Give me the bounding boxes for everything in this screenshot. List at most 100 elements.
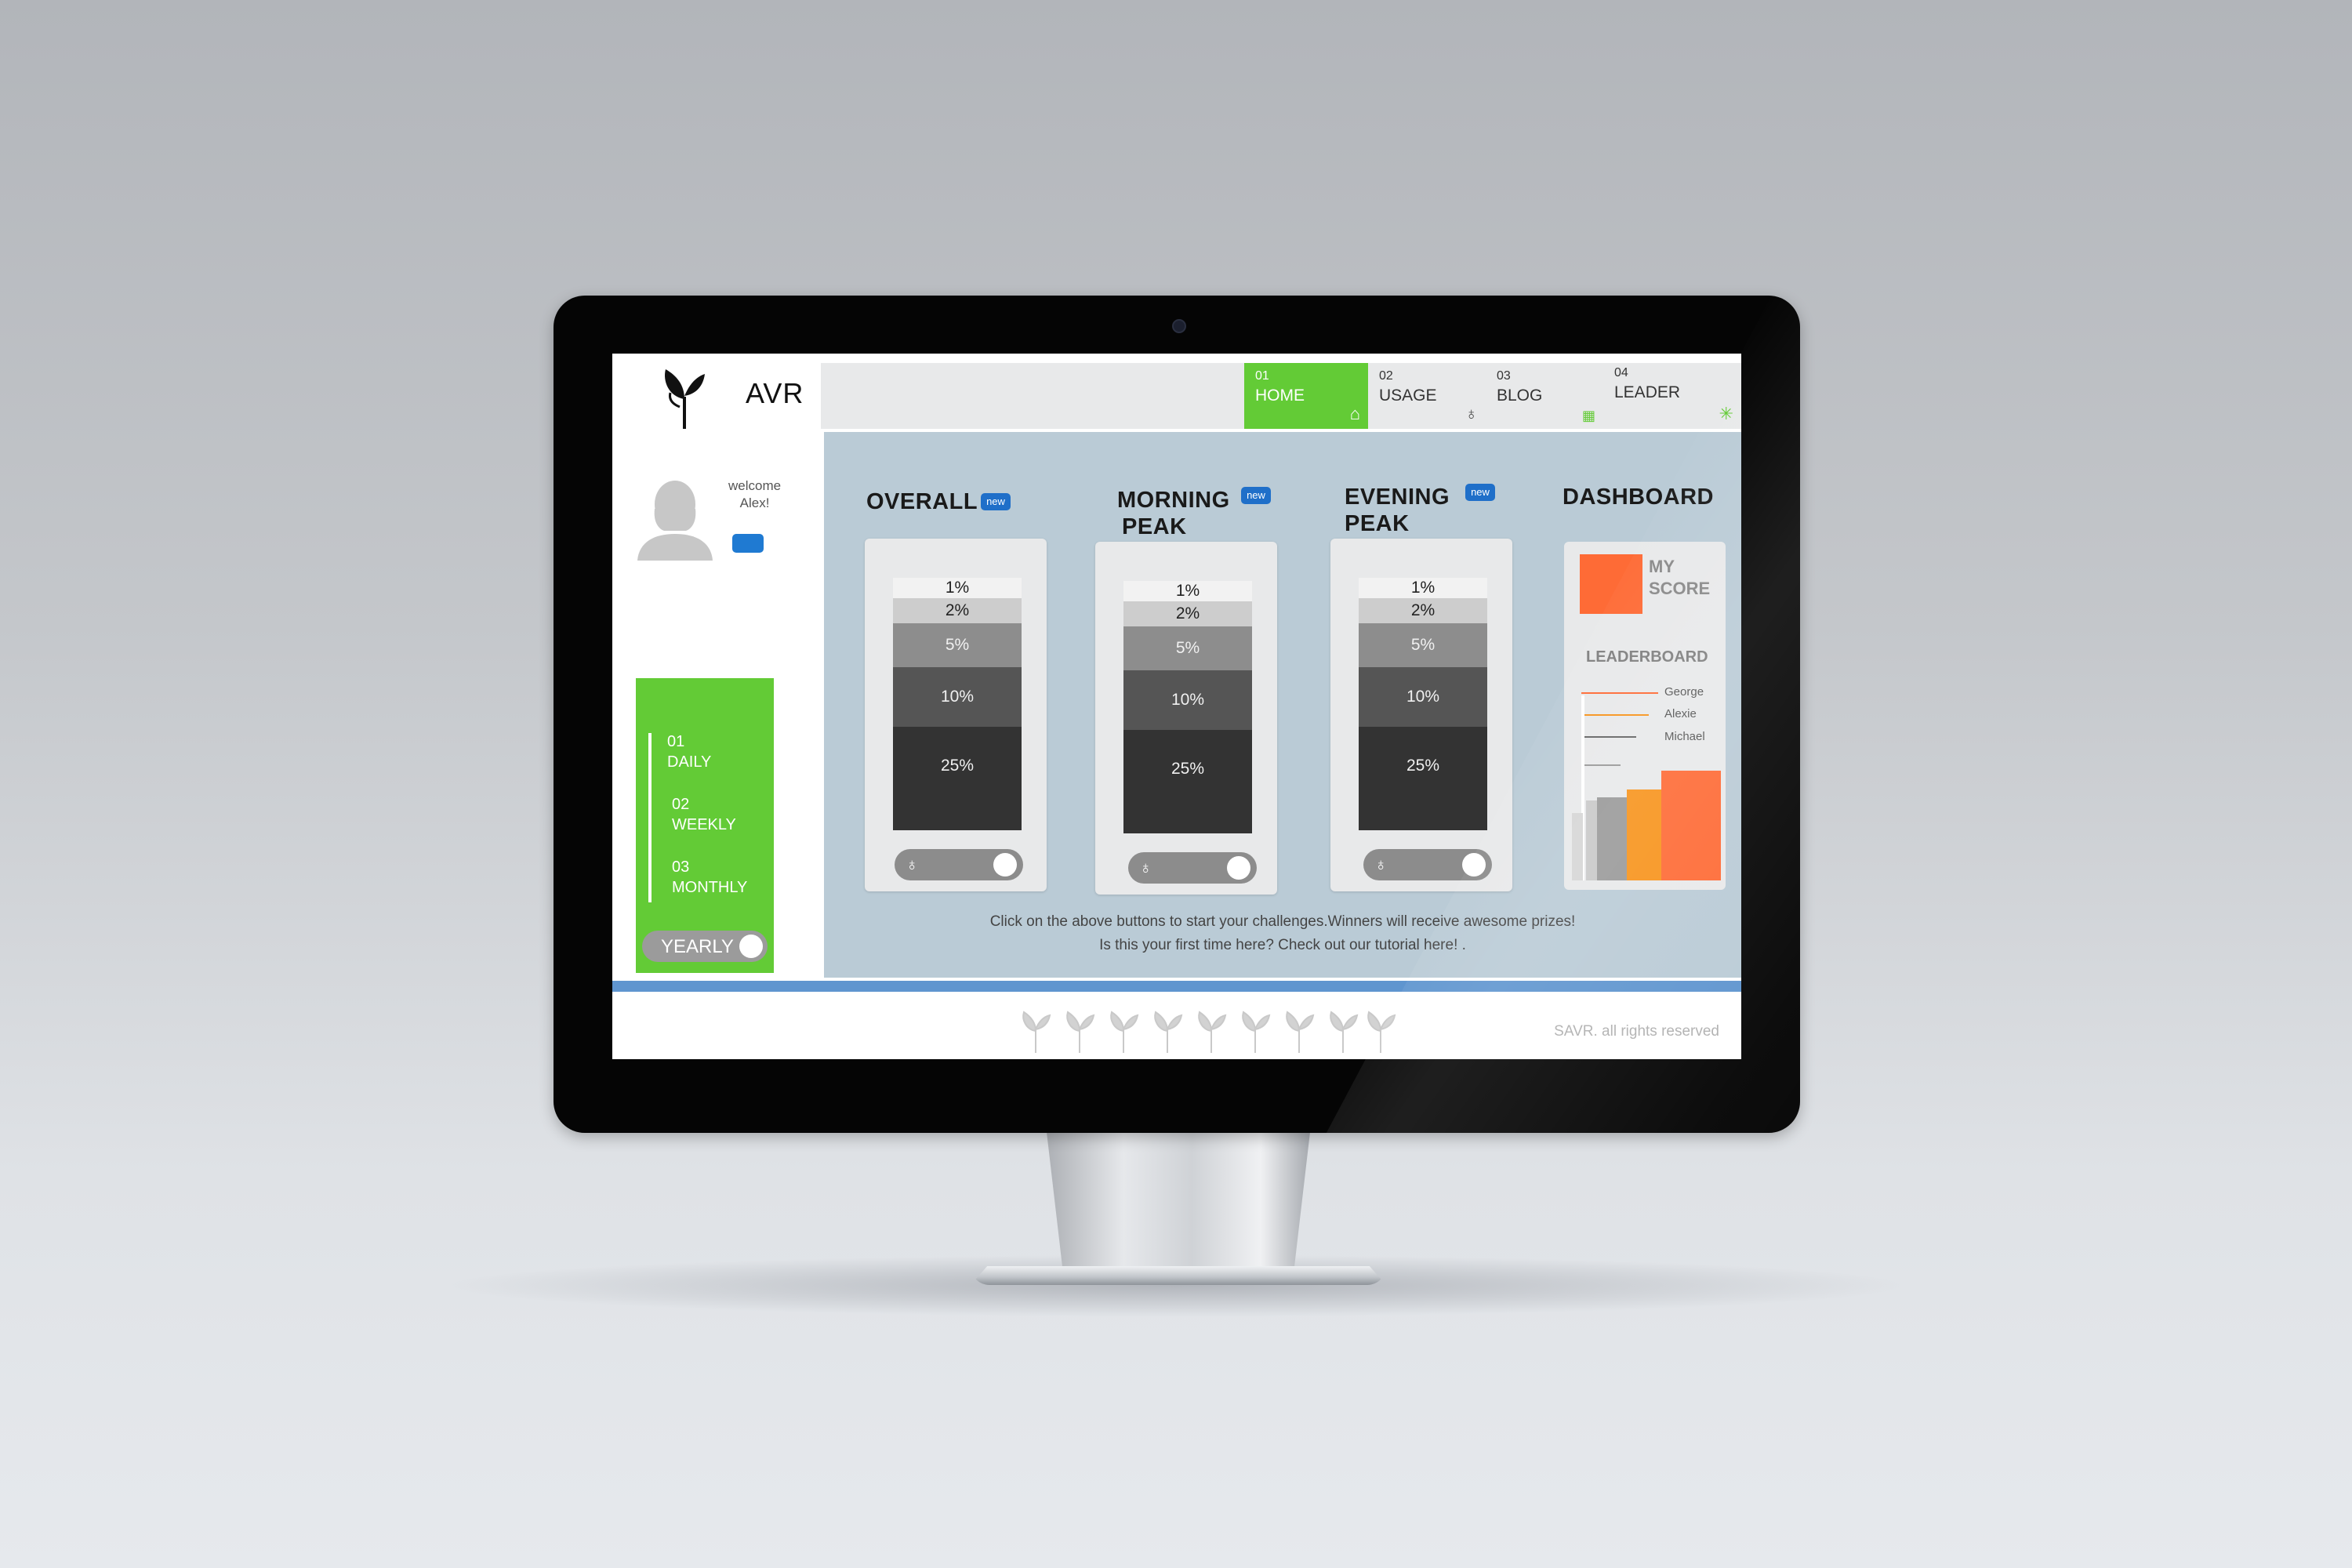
morning-peak-title-line2: PEAK xyxy=(1122,514,1187,539)
user-avatar-icon[interactable] xyxy=(636,474,714,561)
lightbulb-icon: ♁ xyxy=(1465,404,1479,423)
location-pin-icon: ♁ xyxy=(1139,858,1152,877)
nav-blog[interactable]: 03 BLOG ▦ xyxy=(1486,363,1603,429)
nav-usage-number: 02 xyxy=(1379,369,1393,383)
challenges-panel: OVERALL new 1% 2% 5% 10% 25% ♁ MORNING P… xyxy=(824,432,1741,978)
evening-peak-level-1[interactable]: 1% xyxy=(1359,578,1487,598)
evening-peak-level-2[interactable]: 2% xyxy=(1359,598,1487,623)
period-weekly-label: WEEKLY xyxy=(672,816,736,833)
leader-name-alexie: Alexie xyxy=(1664,707,1697,720)
evening-peak-title: EVENING PEAK xyxy=(1345,484,1450,537)
overall-toggle-knob[interactable] xyxy=(993,853,1017,877)
leader-name-michael: Michael xyxy=(1664,730,1705,743)
leaderboard-bar-5 xyxy=(1661,771,1721,880)
my-score-line1: MY xyxy=(1649,557,1675,576)
morning-peak-new-badge: new xyxy=(1241,487,1271,504)
evening-peak-title-line1: EVENING xyxy=(1345,485,1450,510)
nav-leader-label: LEADER xyxy=(1614,383,1681,401)
sprout-decoration-icon xyxy=(1022,1011,1396,1054)
leader-line-extra xyxy=(1581,764,1621,766)
my-score-line2: SCORE xyxy=(1649,579,1711,598)
user-name: Alex! xyxy=(739,495,770,510)
morning-peak-toggle-knob[interactable] xyxy=(1227,856,1250,880)
location-pin-icon: ♁ xyxy=(1374,855,1388,874)
overall-level-4[interactable]: 10% xyxy=(893,667,1022,727)
overall-level-1[interactable]: 1% xyxy=(893,578,1022,598)
sidebar: welcome Alex! 01 DAILY 02 WEEKLY 03 MONT… xyxy=(612,429,821,978)
dashboard-card: MY SCORE LEADERBOARD George Alexie Micha… xyxy=(1564,542,1726,890)
my-score-swatch[interactable] xyxy=(1580,554,1642,614)
overall-level-2[interactable]: 2% xyxy=(893,598,1022,623)
morning-peak-level-4[interactable]: 10% xyxy=(1123,670,1252,730)
leaderboard-bar-3 xyxy=(1597,797,1627,880)
tutorial-link[interactable]: Is this your first time here? Check out … xyxy=(824,937,1741,954)
morning-peak-toggle[interactable]: ♁ xyxy=(1128,852,1257,884)
leader-line-alexie xyxy=(1581,714,1649,716)
morning-peak-level-2[interactable]: 2% xyxy=(1123,601,1252,626)
period-daily-number: 01 xyxy=(667,733,685,750)
period-monthly-number: 03 xyxy=(672,858,690,876)
period-monthly[interactable]: 03 MONTHLY xyxy=(672,857,747,898)
period-monthly-label: MONTHLY xyxy=(672,879,748,896)
location-pin-icon: ♁ xyxy=(906,855,919,874)
app-logo[interactable]: AVR xyxy=(661,361,803,440)
challenge-hint: Click on the above buttons to start your… xyxy=(989,913,1576,930)
morning-peak-title-line1: MORNING xyxy=(1117,488,1230,513)
yearly-label: YEARLY xyxy=(661,936,734,957)
period-selector: 01 DAILY 02 WEEKLY 03 MONTHLY YEARLY xyxy=(636,678,774,973)
overall-card: 1% 2% 5% 10% 25% ♁ xyxy=(865,539,1047,891)
my-score-label: MY SCORE xyxy=(1649,556,1710,600)
overall-toggle[interactable]: ♁ xyxy=(895,849,1023,880)
leader-line-george xyxy=(1581,692,1658,694)
sprout-logo-icon xyxy=(665,369,705,436)
nav-leader-number: 04 xyxy=(1614,366,1628,379)
evening-peak-new-badge: new xyxy=(1465,484,1495,501)
nav-blog-number: 03 xyxy=(1497,369,1511,383)
nav-leader[interactable]: 04 LEADER ✳ xyxy=(1603,363,1741,429)
morning-peak-title: MORNING PEAK xyxy=(1117,487,1230,540)
nav-usage[interactable]: 02 USAGE ♁ xyxy=(1368,363,1486,429)
leaderboard-bar-1 xyxy=(1572,813,1583,880)
morning-peak-level-1[interactable]: 1% xyxy=(1123,581,1252,601)
period-weekly[interactable]: 02 WEEKLY xyxy=(672,794,736,835)
webcam-icon xyxy=(1172,319,1186,333)
nav-usage-label: USAGE xyxy=(1379,387,1437,405)
leader-name-george: George xyxy=(1664,685,1704,699)
nav-home-number: 01 xyxy=(1255,369,1269,383)
evening-peak-toggle[interactable]: ♁ xyxy=(1363,849,1492,880)
evening-peak-level-5[interactable]: 25% xyxy=(1359,727,1487,830)
morning-peak-card: 1% 2% 5% 10% 25% ♁ xyxy=(1095,542,1277,895)
overall-level-3[interactable]: 5% xyxy=(893,623,1022,667)
copyright: SAVR. all rights reserved xyxy=(1554,1023,1719,1040)
period-divider xyxy=(648,733,652,902)
overall-title-line1: OVERALL xyxy=(866,489,978,514)
logo-text: AVR xyxy=(746,377,804,409)
grid-icon: ▦ xyxy=(1581,408,1595,423)
morning-peak-level-3[interactable]: 5% xyxy=(1123,626,1252,670)
profile-button[interactable] xyxy=(732,534,764,553)
period-daily[interactable]: 01 DAILY xyxy=(667,731,711,772)
evening-peak-title-line2: PEAK xyxy=(1345,511,1410,536)
leaderboard-bar-2 xyxy=(1586,800,1597,880)
evening-peak-toggle-knob[interactable] xyxy=(1462,853,1486,877)
morning-peak-level-5[interactable]: 25% xyxy=(1123,730,1252,833)
overall-new-badge: new xyxy=(981,493,1011,510)
top-bar: AVR 01 HOME ⌂ 02 USAGE ♁ 03 BLOG ▦ 04 LE… xyxy=(612,354,1741,436)
yearly-toggle[interactable]: YEARLY xyxy=(642,931,768,962)
welcome-message: welcome Alex! xyxy=(728,477,781,512)
nav-home[interactable]: 01 HOME ⌂ xyxy=(1244,363,1368,429)
period-daily-label: DAILY xyxy=(667,753,712,771)
monitor-stand-base xyxy=(971,1266,1386,1285)
monitor-bezel: AVR 01 HOME ⌂ 02 USAGE ♁ 03 BLOG ▦ 04 LE… xyxy=(554,296,1800,1133)
leaderboard-bar-4 xyxy=(1627,789,1661,880)
footer-divider xyxy=(612,981,1741,992)
app-screen: AVR 01 HOME ⌂ 02 USAGE ♁ 03 BLOG ▦ 04 LE… xyxy=(612,354,1741,1059)
yearly-toggle-knob[interactable] xyxy=(739,935,763,958)
overall-title: OVERALL xyxy=(866,488,978,515)
overall-level-5[interactable]: 25% xyxy=(893,727,1022,830)
loading-spinner-icon: ✳ xyxy=(1719,404,1733,423)
welcome-label: welcome xyxy=(728,478,782,493)
nav-blog-label: BLOG xyxy=(1497,387,1543,405)
evening-peak-level-4[interactable]: 10% xyxy=(1359,667,1487,727)
evening-peak-level-3[interactable]: 5% xyxy=(1359,623,1487,667)
